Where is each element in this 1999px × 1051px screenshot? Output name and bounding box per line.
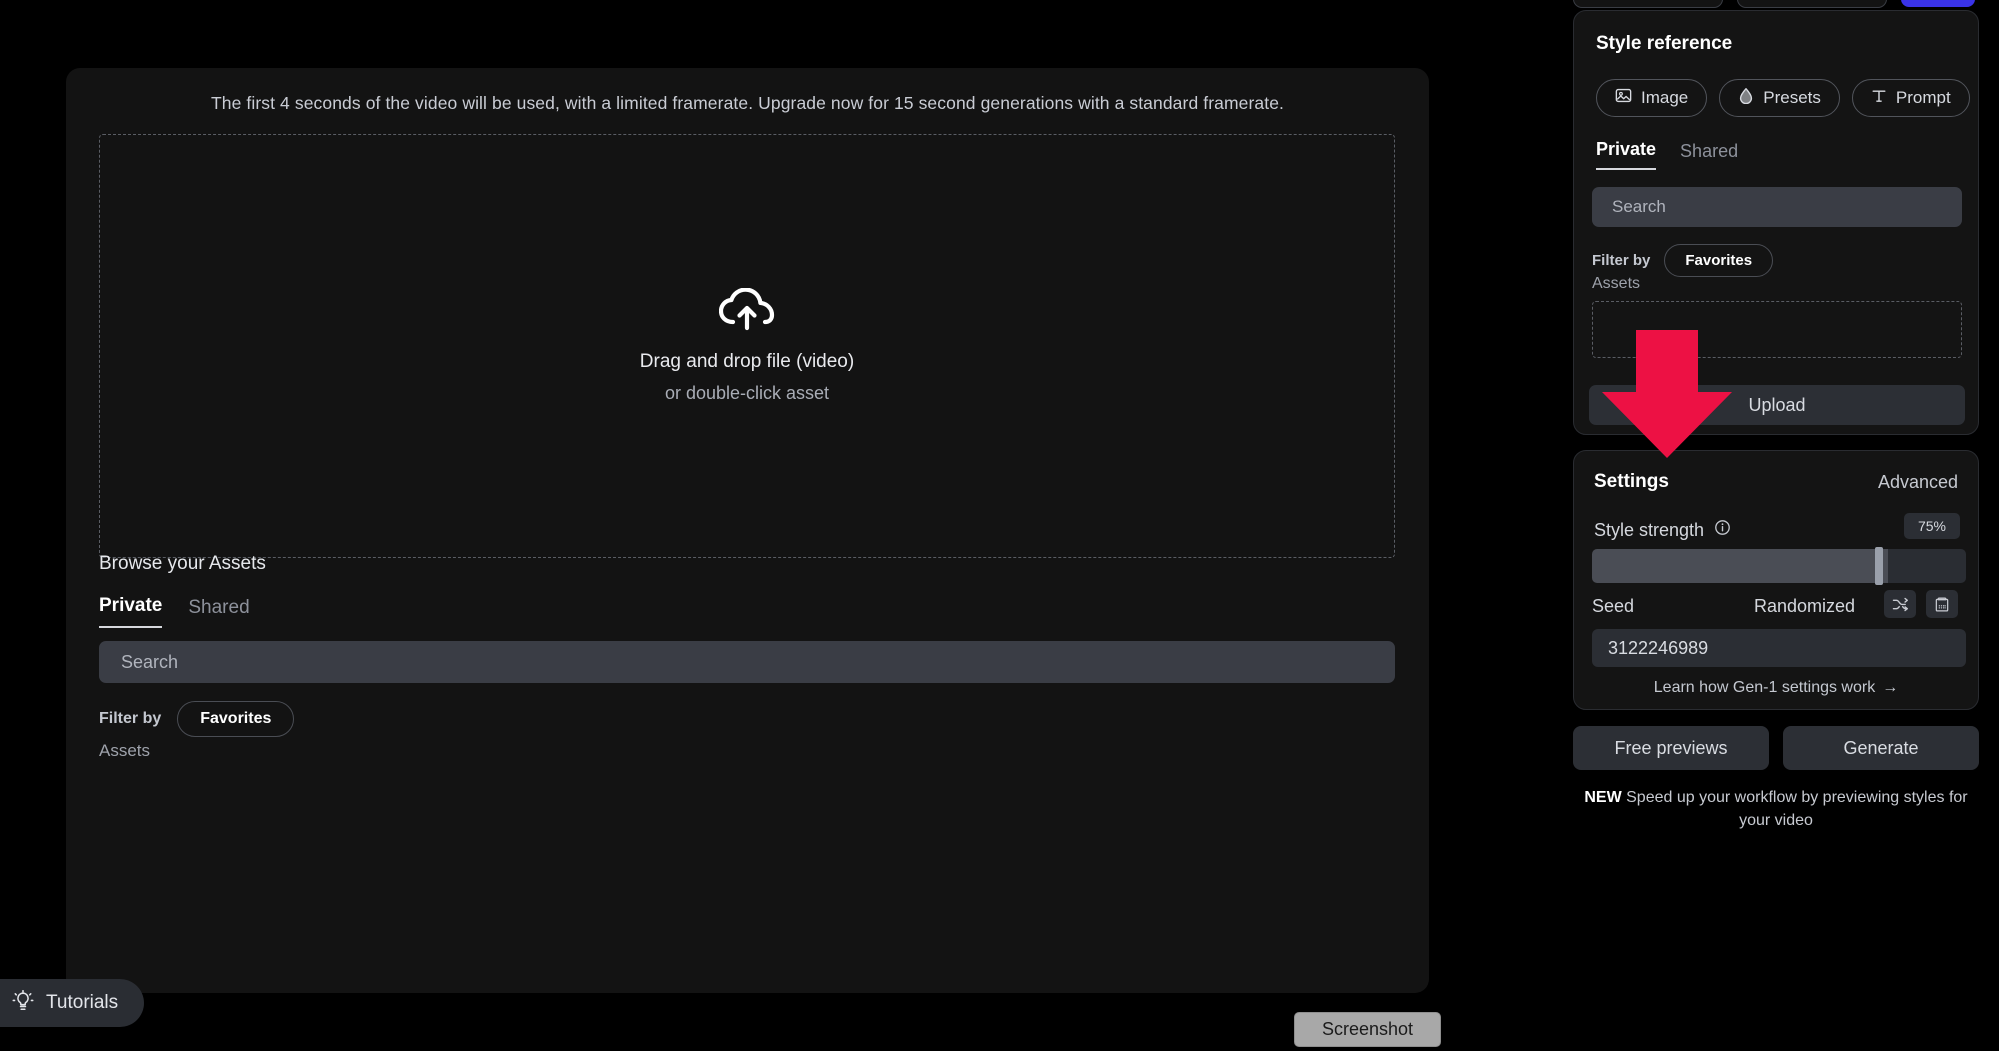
seed-input[interactable] (1592, 629, 1966, 667)
style-strength-row: Style strength (1594, 519, 1731, 541)
learn-settings-link[interactable]: Learn how Gen-1 settings work → (1574, 679, 1978, 697)
style-reference-chips: Image Presets Prompt (1596, 79, 1970, 117)
style-strength-slider-remainder[interactable] (1888, 549, 1966, 583)
seed-label: Seed (1592, 596, 1635, 616)
sidebar-search-input[interactable] (1592, 187, 1962, 227)
sidebar-assets-label-clip: Assets (1592, 274, 1752, 289)
style-chip-image-label: Image (1641, 88, 1689, 107)
dropzone-title: Drag and drop file (video) (639, 351, 855, 372)
favorites-filter-chip[interactable]: Favorites (177, 701, 295, 737)
tab-private[interactable]: Private (99, 595, 163, 628)
sidebar-dropzone[interactable] (1592, 301, 1962, 358)
style-reference-tabs: Private Shared (1596, 139, 1738, 170)
assets-filter-row: Filter by Favorites (99, 701, 295, 737)
new-badge: NEW (1584, 789, 1622, 806)
tutorials-label: Tutorials (46, 992, 119, 1013)
assets-section-label: Assets (99, 741, 151, 757)
style-strength-slider-handle[interactable] (1875, 547, 1883, 585)
sidebar-tab-shared[interactable]: Shared (1680, 141, 1738, 170)
main-content-panel: The first 4 seconds of the video will be… (66, 68, 1429, 993)
info-icon[interactable] (1714, 519, 1731, 541)
style-reference-title: Style reference (1596, 33, 1733, 54)
new-feature-note-text: Speed up your workflow by previewing sty… (1621, 789, 1968, 830)
assets-search-input[interactable] (99, 641, 1395, 683)
sidebar-tab-private[interactable]: Private (1596, 139, 1657, 170)
dropzone-subtitle: or double-click asset (664, 383, 830, 403)
shuffle-icon[interactable] (1884, 590, 1916, 618)
top-toolbar-button-1[interactable] (1573, 0, 1723, 8)
free-previews-button[interactable]: Free previews (1573, 726, 1769, 770)
upload-button[interactable]: Upload (1589, 385, 1965, 425)
top-toolbar-button-2[interactable] (1737, 0, 1887, 8)
browse-assets-heading: Browse your Assets (99, 553, 266, 574)
sidebar-filter-by-label: Filter by (1592, 252, 1651, 269)
settings-title: Settings (1594, 471, 1669, 492)
style-strength-label: Style strength (1594, 519, 1705, 540)
settings-card: Settings Advanced Style strength 75% See… (1573, 450, 1979, 710)
seed-mode-label: Randomized (1754, 596, 1856, 616)
dropzone-content: Drag and drop file (video) or double-cli… (100, 287, 1394, 404)
sidebar-filter-row: Filter by Favorites (1592, 244, 1774, 277)
filter-by-label: Filter by (99, 710, 162, 727)
screenshot-button[interactable]: Screenshot (1294, 1012, 1441, 1047)
style-chip-image[interactable]: Image (1596, 79, 1708, 117)
top-toolbar-primary-button[interactable] (1901, 0, 1975, 7)
app-root: The first 4 seconds of the video will be… (0, 0, 1999, 1051)
style-chip-presets[interactable]: Presets (1719, 79, 1840, 117)
sidebar-actions: Free previews Generate (1573, 726, 1979, 770)
style-strength-value: 75% (1903, 513, 1960, 539)
generate-button[interactable]: Generate (1783, 726, 1979, 770)
picture-icon (1615, 87, 1632, 109)
right-arrow-icon: → (1882, 679, 1899, 696)
learn-settings-link-label: Learn how Gen-1 settings work (1653, 679, 1876, 696)
new-feature-note: NEW Speed up your workflow by previewing… (1573, 786, 1979, 832)
style-strength-slider-fill[interactable] (1592, 549, 1888, 583)
assets-section-label-clip: Assets (99, 740, 299, 757)
sidebar-favorites-chip[interactable]: Favorites (1664, 244, 1774, 277)
style-chip-prompt[interactable]: Prompt (1851, 79, 1970, 117)
clipboard-icon[interactable] (1926, 590, 1958, 618)
video-dropzone[interactable]: Drag and drop file (video) or double-cli… (99, 134, 1395, 558)
top-toolbar-clipped (1573, 0, 1975, 8)
upgrade-banner-text: The first 4 seconds of the video will be… (210, 93, 1284, 113)
style-reference-card: Style reference Image Presets Prompt Pri… (1573, 10, 1979, 435)
right-sidebar: Style reference Image Presets Prompt Pri… (1553, 0, 1999, 1051)
droplet-icon (1738, 87, 1754, 109)
tutorials-button[interactable]: Tutorials (0, 979, 145, 1027)
advanced-toggle[interactable]: Advanced (1878, 472, 1958, 493)
lightbulb-icon (12, 989, 34, 1017)
style-chip-prompt-label: Prompt (1895, 88, 1951, 107)
style-chip-presets-label: Presets (1763, 88, 1821, 107)
tab-shared[interactable]: Shared (188, 597, 249, 628)
text-t-icon (1871, 88, 1887, 109)
sidebar-assets-label: Assets (1592, 275, 1641, 289)
assets-tabs: Private Shared (99, 595, 250, 628)
cloud-upload-icon (100, 287, 1394, 337)
